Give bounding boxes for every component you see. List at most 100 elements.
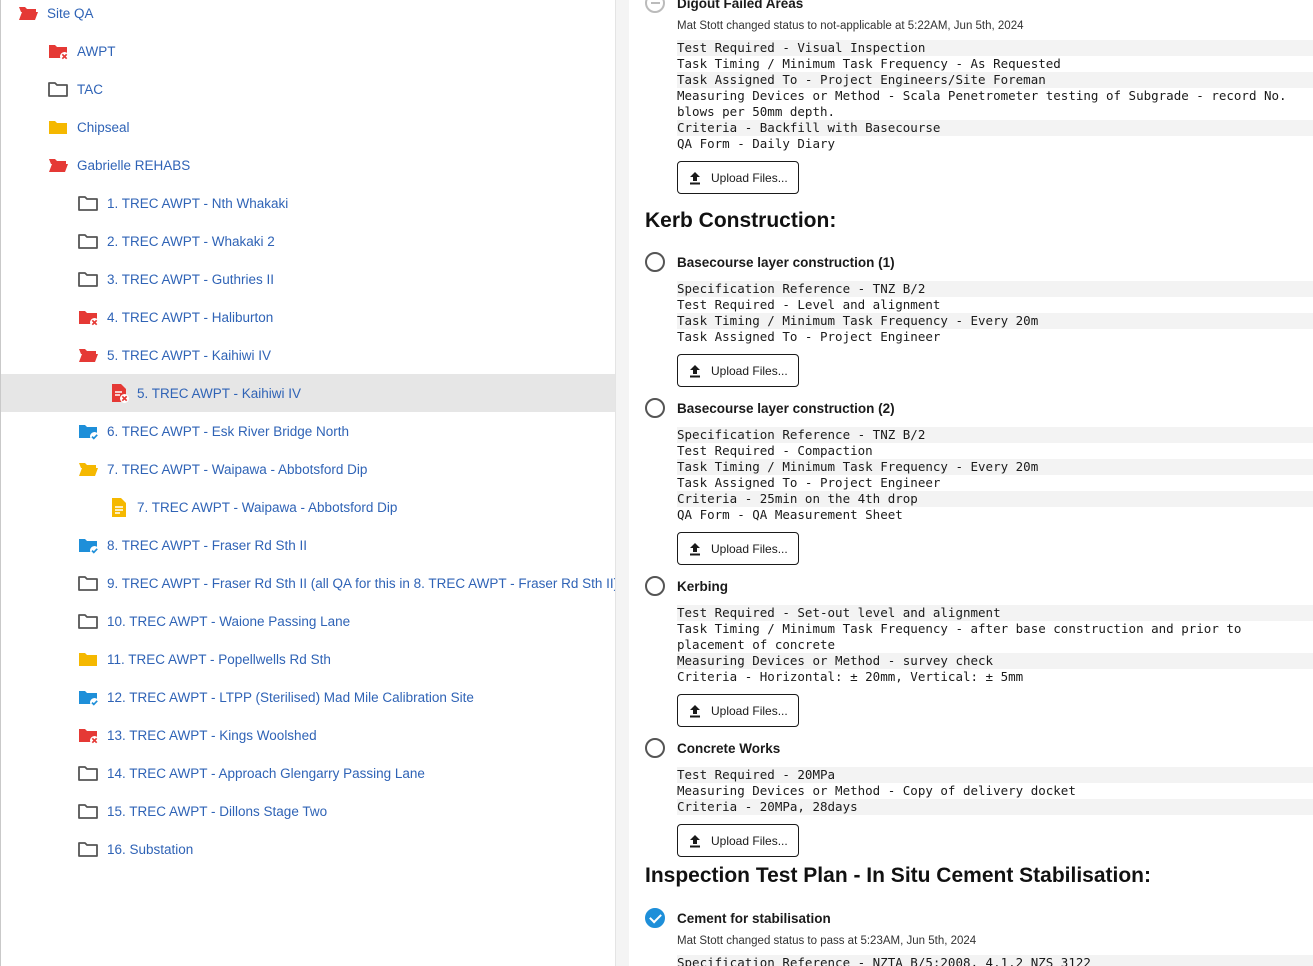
upload-files-button[interactable]: Upload Files...: [677, 532, 799, 565]
spec-line: QA Form - QA Measurement Sheet: [677, 507, 1313, 523]
item-title: Concrete Works: [677, 740, 781, 756]
folder-yellow-icon: [77, 648, 99, 670]
upload-icon: [688, 364, 711, 378]
spec-line: Measuring Devices or Method - Scala Pene…: [677, 88, 1313, 120]
tree-item[interactable]: 13. TREC AWPT - Kings Woolshed: [1, 716, 615, 754]
tree-item[interactable]: 6. TREC AWPT - Esk River Bridge North: [1, 412, 615, 450]
tree-item[interactable]: TAC: [1, 70, 615, 108]
spec-line: Specification Reference - NZTA B/5:2008,…: [677, 955, 1313, 966]
tree-item-label: Gabrielle REHABS: [77, 157, 191, 173]
tree-item[interactable]: 8. TREC AWPT - Fraser Rd Sth II: [1, 526, 615, 564]
qa-checklist-item: Cement for stabilisation Mat Stott change…: [645, 907, 1313, 966]
tree-item[interactable]: 4. TREC AWPT - Haliburton: [1, 298, 615, 336]
status-radio[interactable]: [645, 576, 665, 596]
spec-line: Measuring Devices or Method - survey che…: [677, 653, 1313, 669]
upload-files-button[interactable]: Upload Files...: [677, 694, 799, 727]
upload-files-label: Upload Files...: [711, 703, 788, 718]
tree-item[interactable]: 1. TREC AWPT - Nth Whakaki: [1, 184, 615, 222]
tree-item-label: 16. Substation: [107, 841, 194, 857]
folder-yellow-icon: [47, 116, 69, 138]
status-change-note: Mat Stott changed status to pass at 5:23…: [677, 935, 977, 947]
spec-line: Criteria - Horizontal: ± 20mm, Vertical:…: [677, 669, 1313, 685]
specification-block: Test Required - 20MPa Measuring Devices o…: [677, 767, 1313, 815]
tree-item[interactable]: 15. TREC AWPT - Dillons Stage Two: [1, 792, 615, 830]
tree-item[interactable]: 14. TREC AWPT - Approach Glengarry Passi…: [1, 754, 615, 792]
spec-line: QA Form - Daily Diary: [677, 136, 1313, 152]
tree-item[interactable]: 7. TREC AWPT - Waipawa - Abbotsford Dip: [1, 488, 615, 526]
item-title: Kerbing: [677, 578, 729, 594]
tree-item-label: 4. TREC AWPT - Haliburton: [107, 309, 274, 325]
upload-files-button[interactable]: Upload Files...: [677, 161, 799, 194]
specification-block: Test Required - Visual Inspection Task Ti…: [677, 40, 1313, 152]
spec-line: Task Timing / Minimum Task Frequency - A…: [677, 56, 1313, 72]
tree-item[interactable]: 7. TREC AWPT - Waipawa - Abbotsford Dip: [1, 450, 615, 488]
spec-line: Specification Reference - TNZ B/2: [677, 281, 1313, 297]
tree-item[interactable]: 9. TREC AWPT - Fraser Rd Sth II (all QA …: [1, 564, 619, 602]
folder-blue-check-icon: [77, 420, 99, 442]
section-heading: Inspection Test Plan - In Situ Cement St…: [645, 864, 1151, 887]
folder-outline-icon: [47, 78, 69, 100]
spec-line: Test Required - Level and alignment: [677, 297, 1313, 313]
specification-block: Specification Reference - TNZ B/2 Test Re…: [677, 427, 1313, 523]
tree-item-selected[interactable]: 5. TREC AWPT - Kaihiwi IV: [1, 374, 615, 412]
tree-item[interactable]: 12. TREC AWPT - LTPP (Sterilised) Mad Mi…: [1, 678, 615, 716]
upload-files-label: Upload Files...: [711, 170, 788, 185]
tree-item[interactable]: 16. Substation: [1, 830, 615, 868]
qa-detail-panel: Digout Failed Areas Mat Stott changed sta…: [629, 0, 1313, 966]
spec-line: Measuring Devices or Method - Copy of de…: [677, 783, 1313, 799]
tree-item-label: 6. TREC AWPT - Esk River Bridge North: [107, 423, 350, 439]
status-check-icon[interactable]: [645, 908, 665, 928]
tree-item[interactable]: 3. TREC AWPT - Guthries II: [1, 260, 615, 298]
tree-item[interactable]: 10. TREC AWPT - Waione Passing Lane: [1, 602, 615, 640]
tree-item[interactable]: 5. TREC AWPT - Kaihiwi IV: [1, 336, 615, 374]
spec-line: Test Required - Visual Inspection: [677, 40, 1313, 56]
spec-line: Task Timing / Minimum Task Frequency - E…: [677, 459, 1313, 475]
document-yellow-icon: [107, 496, 129, 518]
tree-item-label: 1. TREC AWPT - Nth Whakaki: [107, 195, 289, 211]
tree-item-label: 9. TREC AWPT - Fraser Rd Sth II (all QA …: [107, 575, 619, 591]
tree-item-label: 5. TREC AWPT - Kaihiwi IV: [107, 347, 272, 363]
tree-item-label: 3. TREC AWPT - Guthries II: [107, 271, 275, 287]
qa-checklist-item: Kerbing Test Required - Set-out level and…: [645, 575, 1313, 727]
spec-line: Task Assigned To - Project Engineers/Sit…: [677, 72, 1313, 88]
spec-line: Task Assigned To - Project Engineer: [677, 475, 1313, 491]
tree-item[interactable]: Gabrielle REHABS: [1, 146, 615, 184]
tree-item-label: 14. TREC AWPT - Approach Glengarry Passi…: [107, 765, 425, 781]
status-na-icon[interactable]: [645, 0, 665, 13]
document-red-x-icon: [107, 382, 129, 404]
tree-item-label: 13. TREC AWPT - Kings Woolshed: [107, 727, 317, 743]
tree-item[interactable]: 2. TREC AWPT - Whakaki 2: [1, 222, 615, 260]
tree-item[interactable]: 11. TREC AWPT - Popellwells Rd Sth: [1, 640, 615, 678]
folder-tree: Site QA AWPT TAC Chipseal Gabrielle REHABS 1.…: [0, 0, 619, 966]
folder-blue-check-icon: [77, 686, 99, 708]
spec-line: Task Timing / Minimum Task Frequency - a…: [677, 621, 1313, 653]
spec-line: Criteria - Backfill with Basecourse: [677, 120, 1313, 136]
folder-blue-check-icon: [77, 534, 99, 556]
spec-line: Criteria - 20MPa, 28days: [677, 799, 1313, 815]
upload-icon: [688, 834, 711, 848]
status-change-note: Mat Stott changed status to not-applicab…: [677, 20, 1024, 32]
upload-icon: [688, 704, 711, 718]
folder-outline-icon: [77, 230, 99, 252]
upload-files-label: Upload Files...: [711, 833, 788, 848]
tree-item[interactable]: Site QA: [1, 0, 615, 32]
tree-item-label: TAC: [77, 81, 103, 97]
tree-item[interactable]: Chipseal: [1, 108, 615, 146]
tree-item-label: 5. TREC AWPT - Kaihiwi IV: [137, 385, 302, 401]
folder-outline-icon: [77, 192, 99, 214]
upload-files-button[interactable]: Upload Files...: [677, 824, 799, 857]
tree-item-label: 15. TREC AWPT - Dillons Stage Two: [107, 803, 328, 819]
pane-divider[interactable]: [615, 0, 629, 966]
status-radio[interactable]: [645, 398, 665, 418]
tree-item-label: 11. TREC AWPT - Popellwells Rd Sth: [107, 651, 331, 667]
tree-item[interactable]: AWPT: [1, 32, 615, 70]
status-radio[interactable]: [645, 252, 665, 272]
status-radio[interactable]: [645, 738, 665, 758]
upload-files-label: Upload Files...: [711, 541, 788, 556]
upload-files-button[interactable]: Upload Files...: [677, 354, 799, 387]
item-title: Digout Failed Areas: [677, 0, 804, 11]
spec-line: Criteria - 25min on the 4th drop: [677, 491, 1313, 507]
tree-item-label: 2. TREC AWPT - Whakaki 2: [107, 233, 275, 249]
tree-item-label: Chipseal: [77, 119, 130, 135]
folder-outline-icon: [77, 610, 99, 632]
